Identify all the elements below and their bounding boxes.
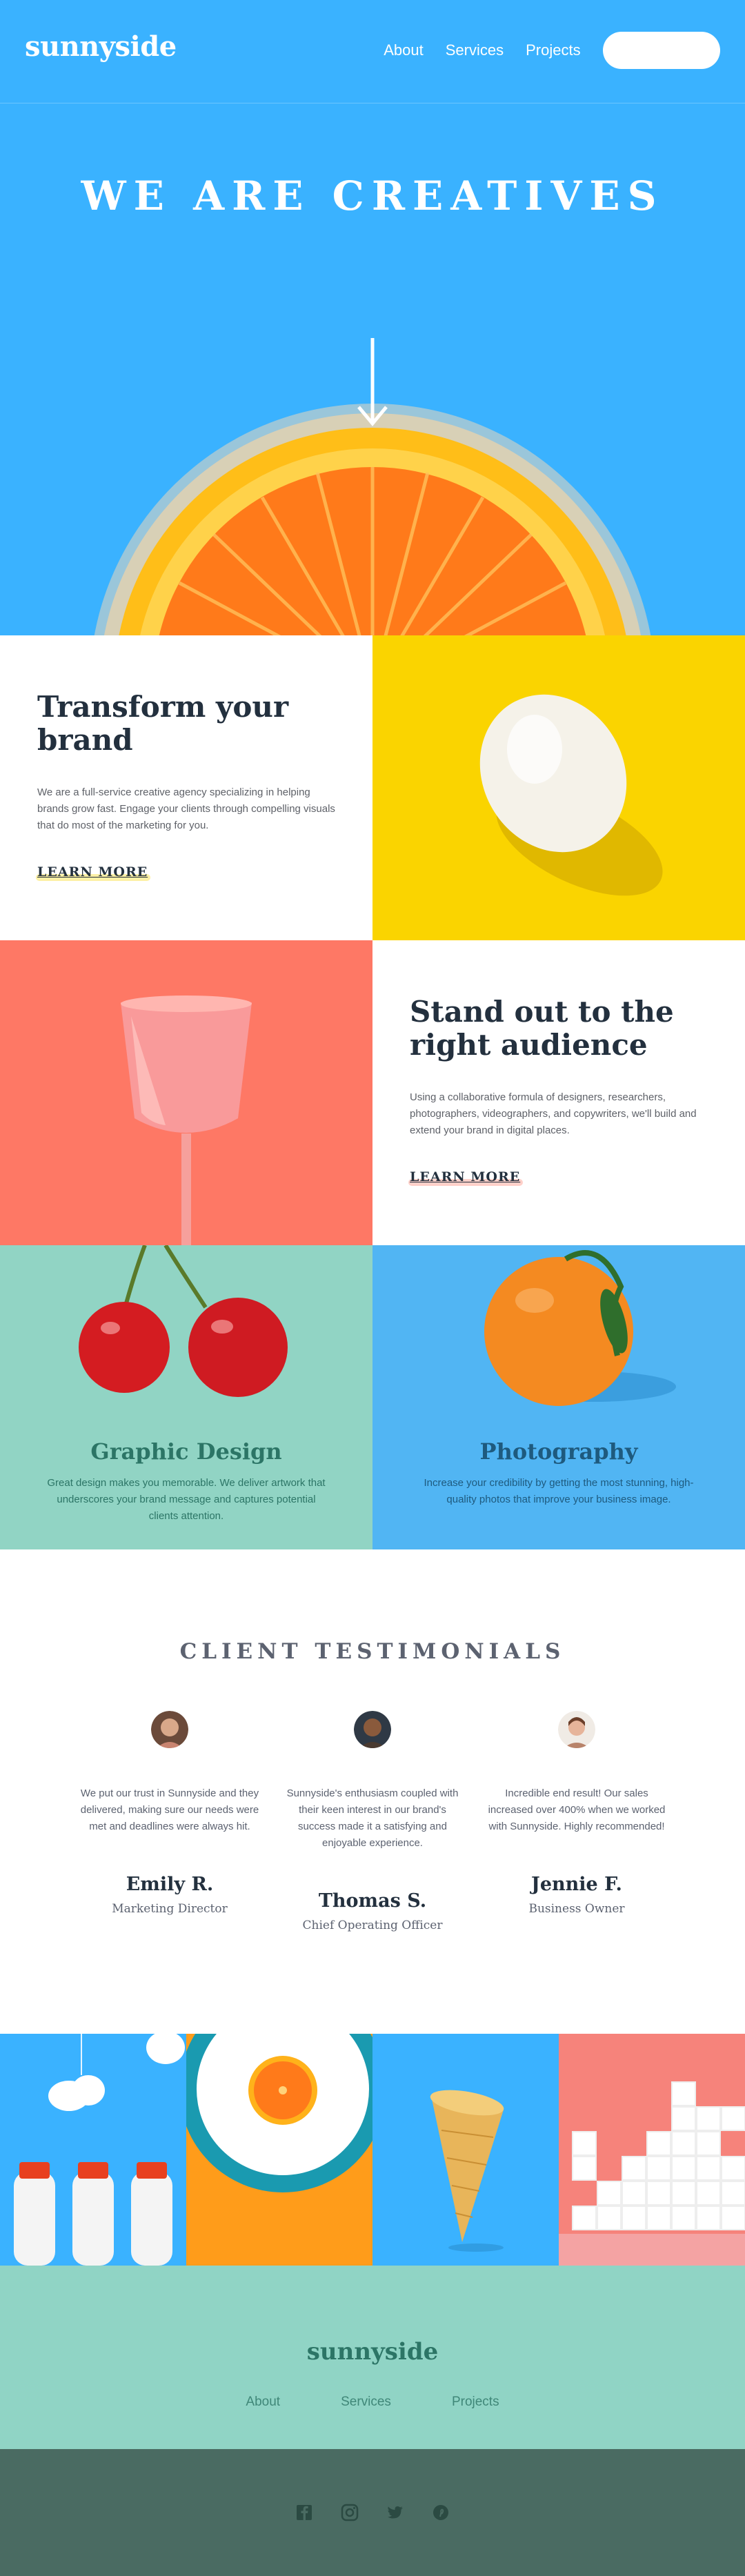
testimonial-role: Chief Operating Officer [302,1919,443,1932]
testimonial-card: Sunnyside's enthusiasm coupled with thei… [283,1711,462,1932]
footer: sunnyside About Services Projects [0,2266,745,2449]
testimonials-section: CLIENT TESTIMONIALS We put our trust in … [0,1549,745,2034]
learn-more-label: LEARN MORE [37,864,148,880]
contact-button[interactable]: CONTACT [602,32,720,69]
egg-illustration [372,635,745,940]
egg-image [372,635,745,940]
feature-body: We are a full-service creative agency sp… [37,786,335,831]
instagram-icon[interactable] [340,2503,359,2522]
testimonial-quote: We put our trust in Sunnyside and they d… [80,1787,259,1832]
feature-text-transform: Transform your brand We are a full-servi… [0,635,372,940]
service-graphic-design: Graphic Design Great design makes you me… [0,1245,372,1549]
feature-row-standout: Stand out to the right audience Using a … [0,940,745,1245]
service-title: Graphic Design [90,1438,282,1465]
avatar [151,1711,188,1748]
glass-illustration [0,940,372,1245]
learn-more-link[interactable]: LEARN MORE [408,1169,524,1186]
testimonial-name: Thomas S. [318,1890,427,1912]
gallery-orange-plate [186,2034,372,2266]
testimonial-role: Marketing Director [112,1902,228,1916]
twitter-icon[interactable] [386,2503,405,2522]
footer-link-about[interactable]: About [246,2395,280,2410]
gallery-sugar-cubes [559,2034,745,2266]
avatar [558,1711,595,1748]
testimonials-heading: CLIENT TESTIMONIALS [179,1639,566,1664]
feature-body: Using a collaborative formula of designe… [410,1091,697,1136]
footer-logo[interactable]: sunnyside [0,2338,745,2366]
top-nav: sunnyside About Services Projects CONTAC… [0,0,745,103]
service-body: Increase your credibility by getting the… [424,1477,694,1505]
testimonial-card: We put our trust in Sunnyside and they d… [80,1711,259,1916]
testimonial-quote: Sunnyside's enthusiasm coupled with thei… [286,1787,459,1849]
image-gallery [0,2034,745,2266]
learn-more-label: LEARN MORE [410,1169,521,1185]
nav-links: About Services Projects CONTACT [384,32,720,69]
nav-services[interactable]: Services [446,41,504,59]
gallery-milk-bottles [0,2034,186,2266]
testimonial-name: Jennie F. [531,1874,622,1895]
service-title: Photography [479,1438,638,1465]
feature-text-standout: Stand out to the right audience Using a … [372,940,745,1245]
hero-title: WE ARE CREATIVES [81,172,664,219]
site-logo[interactable]: sunnyside [25,30,177,63]
scroll-down-arrow-icon[interactable] [356,338,389,428]
gallery-ice-cream-cone [372,2034,559,2266]
facebook-icon[interactable] [295,2503,314,2522]
feature-row-transform: Transform your brand We are a full-servi… [0,635,745,940]
testimonial-name: Emily R. [126,1874,214,1895]
hero-section: sunnyside About Services Projects CONTAC… [0,0,745,635]
footer-link-services[interactable]: Services [341,2395,391,2410]
services-row: Graphic Design Great design makes you me… [0,1245,745,1549]
feature-title: Transform your brand [37,690,289,757]
testimonial-card: Incredible end result! Our sales increas… [487,1711,666,1916]
testimonial-quote: Incredible end result! Our sales increas… [488,1787,666,1832]
avatar [354,1711,391,1748]
nav-about[interactable]: About [384,41,424,59]
learn-more-link[interactable]: LEARN MORE [36,864,151,881]
footer-links: About Services Projects [0,2395,745,2410]
feature-title: Stand out to the right audience [410,995,674,1062]
pinterest-icon[interactable] [431,2503,450,2522]
service-photography: Photography Increase your credibility by… [372,1245,745,1549]
glass-image [0,940,372,1245]
service-body: Great design makes you memorable. We del… [47,1477,326,1522]
social-bar [0,2449,745,2576]
footer-link-projects[interactable]: Projects [452,2395,499,2410]
nav-projects[interactable]: Projects [526,41,580,59]
testimonial-role: Business Owner [528,1902,625,1916]
